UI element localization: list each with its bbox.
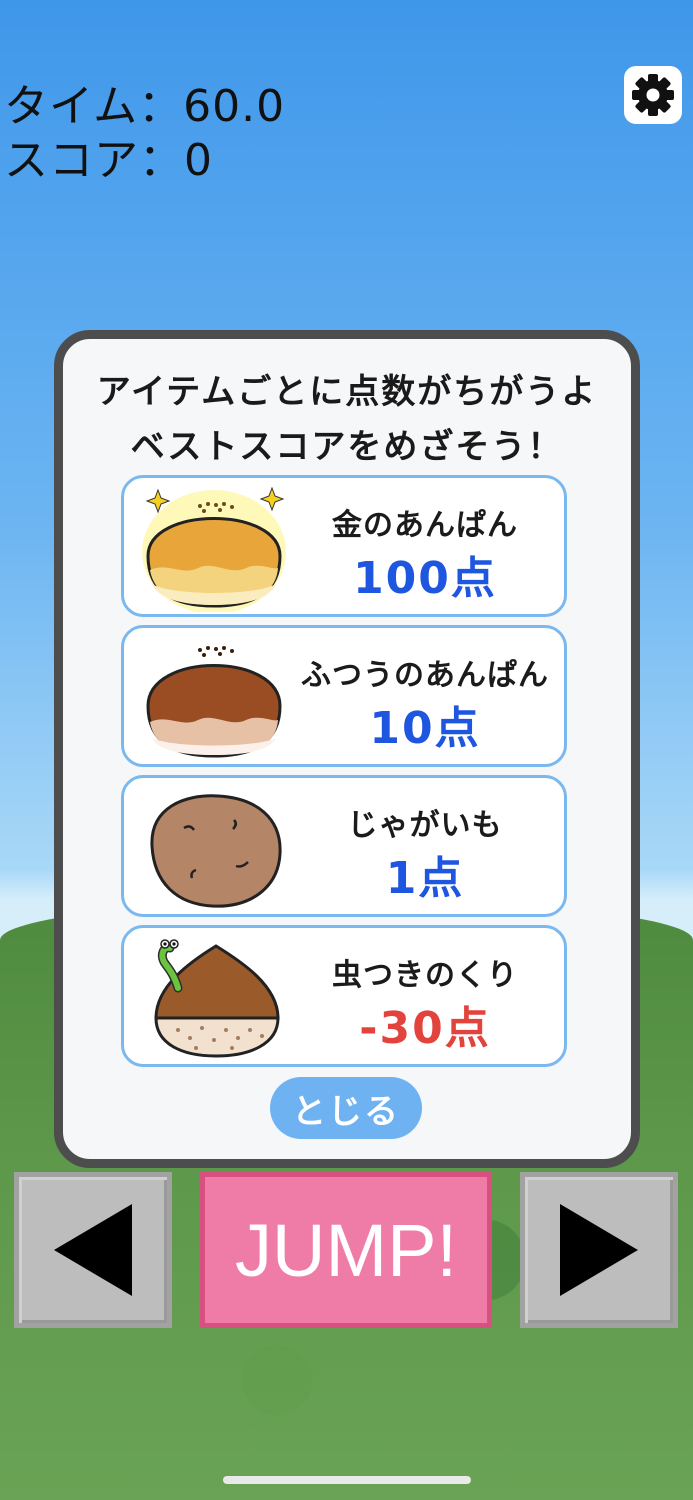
- move-left-button[interactable]: [14, 1172, 172, 1328]
- item-card-wormy-chestnut: 虫つきのくり -30点: [121, 925, 567, 1067]
- close-button[interactable]: とじる: [270, 1077, 422, 1139]
- item-card-potato: じゃがいも 1点: [121, 775, 567, 917]
- jump-button[interactable]: JUMP!: [200, 1172, 492, 1328]
- item-name: じゃがいも: [347, 808, 503, 843]
- settings-button[interactable]: [624, 66, 682, 124]
- item-points: 1点: [385, 853, 465, 904]
- right-arrow-icon: [560, 1204, 638, 1296]
- score-label: スコア：0: [4, 135, 213, 186]
- item-name: 金のあんぱん: [332, 508, 518, 543]
- item-points: 100点: [353, 553, 497, 604]
- item-card-golden-anpan: 金のあんぱん 100点: [121, 475, 567, 617]
- golden-anpan-icon: [142, 486, 286, 612]
- anpan-icon: [146, 646, 282, 758]
- gear-icon: [632, 74, 674, 116]
- dialog-heading-line2: ベストスコアをめざそう！: [130, 427, 564, 467]
- item-name: 虫つきのくり: [332, 958, 518, 993]
- move-right-button[interactable]: [520, 1172, 678, 1328]
- item-name: ふつうのあんぱん: [301, 658, 549, 693]
- item-points: -30点: [359, 1003, 491, 1054]
- item-card-anpan: ふつうのあんぱん 10点: [121, 625, 567, 767]
- home-indicator: [223, 1476, 471, 1484]
- dialog-heading-line1: アイテムごとに点数がちがうよ: [96, 372, 598, 412]
- score-info-dialog: アイテムごとに点数がちがうよ ベストスコアをめざそう！ 金のあんぱん 100点 …: [54, 330, 640, 1168]
- left-arrow-icon: [54, 1204, 132, 1296]
- item-points: 10点: [369, 703, 481, 754]
- wormy-chestnut-icon: [154, 939, 280, 1058]
- potato-icon: [150, 794, 282, 908]
